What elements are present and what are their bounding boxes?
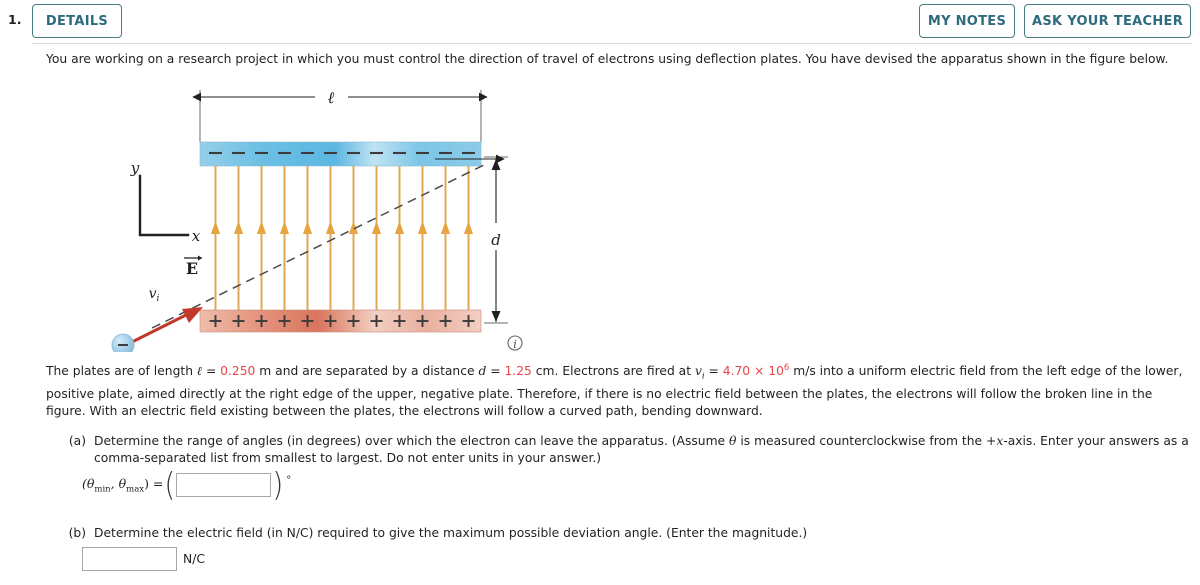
electric-field-arrows — [210, 166, 474, 310]
initial-velocity-vector: vi — [131, 286, 203, 344]
close-paren: ) — [272, 465, 284, 504]
part-a-text: Determine the range of angles (in degree… — [94, 433, 1191, 467]
velocity-label: vi — [149, 286, 160, 304]
field-label: E — [186, 259, 198, 278]
part-a-answer-input[interactable] — [176, 473, 272, 497]
value-length: 0.250 — [220, 364, 256, 379]
plates-eq2: = — [486, 364, 505, 379]
plates-eq1: = — [202, 364, 221, 379]
header-divider — [32, 43, 1192, 44]
part-b-unit: N/C — [183, 552, 205, 566]
value-velocity: 4.70 × 10 — [722, 364, 784, 379]
plates-seg2: m and are separated by a distance — [255, 364, 479, 379]
plates-seg1: The plates are of length — [46, 364, 197, 379]
part-a-answer-row: (θmin, θmax) = ( ) ° — [82, 465, 292, 504]
coordinate-axes: y x — [130, 159, 201, 245]
theta-max-subscript: max — [126, 484, 145, 495]
dashed-trajectory — [151, 162, 489, 329]
open-paren: ( — [164, 465, 176, 504]
part-a-label: (a) — [68, 434, 86, 448]
my-notes-button[interactable]: MY NOTES — [919, 4, 1015, 38]
field-vector-label: E — [184, 255, 202, 278]
x-axis-label: x — [192, 227, 201, 245]
theta-min-subscript: min — [94, 484, 111, 495]
part-b-answer-row: N/C — [82, 547, 205, 571]
part-b: (b) Determine the electric field (in N/C… — [56, 525, 1186, 542]
part-b-answer-input[interactable] — [82, 547, 177, 571]
value-distance: 1.25 — [504, 364, 532, 379]
bottom-positive-plate — [199, 309, 482, 333]
intro-paragraph: You are working on a research project in… — [46, 52, 1169, 66]
part-b-label: (b) — [68, 526, 86, 540]
question-header: 1. DETAILS MY NOTES ASK YOUR TEACHER — [0, 0, 1200, 42]
theta-max-prefix: , θ — [110, 475, 127, 491]
info-icon[interactable]: i — [507, 335, 523, 351]
apparatus-figure: ℓ d y x E vi i — [110, 80, 540, 352]
plates-paragraph: The plates are of length ℓ = 0.250 m and… — [46, 360, 1186, 420]
svg-text:i: i — [513, 338, 517, 351]
part-a-equals: ) = — [144, 475, 164, 491]
part-a-answer-label: (θmin, θmax) = — [82, 476, 163, 495]
degree-unit: ° — [286, 474, 292, 486]
ask-your-teacher-button[interactable]: ASK YOUR TEACHER — [1024, 4, 1191, 38]
y-axis-label: y — [130, 159, 140, 177]
electron-particle — [111, 333, 135, 352]
details-button[interactable]: DETAILS — [32, 4, 122, 38]
distance-label: d — [491, 231, 501, 249]
theta-min-prefix: (θ — [82, 475, 95, 491]
top-negative-plate — [199, 141, 482, 167]
part-a-seg1: Determine the range of angles (in degree… — [94, 434, 730, 448]
part-a-seg2: is measured counterclockwise from the + — [736, 434, 997, 448]
question-page: 1. DETAILS MY NOTES ASK YOUR TEACHER You… — [0, 0, 1200, 585]
question-number: 1. — [8, 12, 22, 27]
plates-eq3: = — [704, 364, 723, 379]
length-dimension: ℓ — [192, 88, 488, 142]
part-a: (a) Determine the range of angles (in de… — [56, 433, 1191, 467]
part-b-text: Determine the electric field (in N/C) re… — [94, 526, 808, 540]
plates-seg3: cm. Electrons are fired at — [531, 364, 695, 379]
length-label: ℓ — [328, 88, 335, 107]
symbol-velocity: v — [694, 364, 702, 379]
